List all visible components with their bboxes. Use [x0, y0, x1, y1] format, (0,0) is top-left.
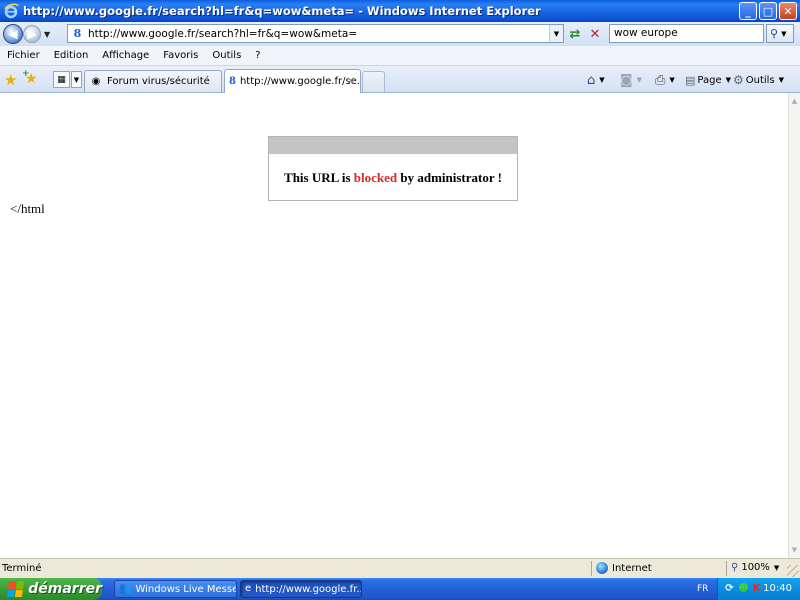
new-tab-button[interactable] — [362, 71, 385, 92]
globe-icon — [596, 562, 608, 574]
resize-grip[interactable] — [787, 565, 799, 577]
quick-tabs-grid-icon: ▦ — [57, 74, 66, 85]
forward-button[interactable]: ▶ — [23, 25, 41, 43]
address-dropdown-icon[interactable]: ▼ — [549, 25, 563, 42]
print-dropdown-icon[interactable]: ▼ — [669, 76, 674, 84]
start-button[interactable]: démarrer — [0, 578, 102, 600]
system-tray: ⟳ ☻ K 10:40 — [717, 578, 800, 600]
stop-icon: ✕ — [589, 26, 601, 42]
tab-list-dropdown[interactable]: ▼ — [71, 71, 82, 88]
menu-outils[interactable]: Outils — [205, 50, 248, 61]
page-dropdown-icon: ▼ — [725, 76, 732, 84]
vertical-scrollbar[interactable]: ▲ ▼ — [788, 93, 800, 558]
window-title-bar[interactable]: http://www.google.fr/search?hl=fr&q=wow&… — [0, 0, 800, 22]
stop-button[interactable]: ✕ — [586, 25, 604, 43]
recent-pages-dropdown[interactable]: ▼ — [44, 30, 50, 39]
taskbar-item-messenger[interactable]: 👥 Windows Live Messen... — [114, 580, 237, 598]
add-to-favorites-icon[interactable]: + ★ — [22, 69, 38, 87]
refresh-icon: ⇄ — [569, 26, 581, 42]
quick-tabs-button[interactable]: ▦ — [53, 71, 70, 88]
zone-label: Internet — [612, 562, 652, 574]
tab-google[interactable]: 8 http://www.google.fr/se... ✕ — [224, 69, 361, 93]
favorites-center-star-icon[interactable]: ★ — [4, 71, 17, 89]
blocked-notice-box: This URL is blocked by administrator ! — [268, 136, 518, 201]
refresh-button[interactable]: ⇄ — [566, 25, 584, 43]
taskbar: démarrer 👥 Windows Live Messen... e http… — [0, 578, 800, 600]
task-label: http://www.google.fr... — [255, 583, 362, 595]
network-icon[interactable]: ⟳ — [723, 582, 736, 595]
windows-flag-icon — [6, 581, 25, 597]
rss-feed-icon: ◙ — [620, 72, 633, 88]
close-window-button[interactable]: ✕ — [779, 2, 797, 20]
printer-icon: ⎙ — [655, 72, 666, 88]
tools-dropdown-icon: ▼ — [778, 76, 785, 84]
page-menu-label: Page — [697, 74, 722, 86]
minimize-button[interactable]: _ — [739, 2, 757, 20]
internet-explorer-icon — [3, 3, 19, 19]
address-bar[interactable]: 8 http://www.google.fr/search?hl=fr&q=wo… — [67, 24, 564, 43]
language-indicator[interactable]: FR — [697, 584, 708, 594]
internet-explorer-icon: e — [245, 583, 252, 594]
stray-html-text: </html — [10, 201, 45, 216]
feeds-dropdown-icon[interactable]: ▼ — [637, 76, 642, 84]
status-bar: Terminé Internet ⚲ 100% ▼ — [0, 558, 800, 578]
home-button[interactable]: ⌂ ▼ — [587, 71, 605, 89]
back-arrow-icon: ◀ — [8, 27, 18, 41]
gear-icon: ⚙ — [733, 73, 744, 87]
home-icon: ⌂ — [587, 72, 596, 88]
clock[interactable]: 10:40 — [763, 583, 792, 594]
scroll-down-icon[interactable]: ▼ — [789, 543, 800, 557]
site-favicon-icon: 8 — [73, 27, 82, 40]
google-favicon-icon: 8 — [229, 75, 236, 87]
scroll-up-icon[interactable]: ▲ — [789, 94, 800, 108]
feeds-button[interactable]: ◙ ▼ — [620, 71, 642, 89]
address-url[interactable]: http://www.google.fr/search?hl=fr&q=wow&… — [88, 28, 357, 40]
page-icon: ▤ — [685, 73, 696, 87]
zoom-control[interactable]: ⚲ 100% ▼ — [731, 562, 779, 573]
zoom-level: 100% — [741, 562, 770, 573]
menu-favoris[interactable]: Favoris — [156, 50, 205, 61]
blocked-word: blocked — [353, 170, 398, 185]
page-menu-button[interactable]: ▤ Page ▼ — [685, 71, 731, 89]
home-dropdown-icon[interactable]: ▼ — [599, 76, 604, 84]
tools-menu-button[interactable]: ⚙ Outils ▼ — [733, 71, 784, 89]
forum-favicon-icon: ◉ — [91, 75, 101, 87]
blocked-message: This URL is blocked by administrator ! — [284, 170, 502, 185]
menu-edition[interactable]: Edition — [47, 50, 96, 61]
status-text: Terminé — [2, 563, 42, 574]
start-label: démarrer — [28, 581, 102, 597]
tab-label: http://www.google.fr/se... — [239, 76, 361, 87]
zoom-magnifier-icon: ⚲ — [731, 562, 739, 573]
address-toolbar: ◀ ▶ ▼ 8 http://www.google.fr/search?hl=f… — [0, 22, 800, 46]
back-button[interactable]: ◀ — [3, 24, 23, 44]
zoom-dropdown-icon: ▼ — [773, 563, 780, 572]
forward-arrow-icon: ▶ — [27, 27, 37, 41]
tab-forum[interactable]: ◉ Forum virus/sécurité — [84, 70, 222, 92]
tab-label: Forum virus/sécurité — [107, 76, 210, 87]
notice-header-bar — [269, 137, 517, 154]
tab-toolbar: ★ + ★ ▦ ▼ ◉ Forum virus/sécurité 8 http:/… — [0, 66, 800, 93]
search-icon: ⚲ — [770, 27, 779, 40]
taskbar-item-browser[interactable]: e http://www.google.fr... — [240, 580, 362, 598]
messenger-status-icon[interactable]: ☻ — [737, 582, 750, 595]
window-title: http://www.google.fr/search?hl=fr&q=wow&… — [23, 4, 541, 18]
tools-menu-label: Outils — [745, 74, 775, 86]
menu-affichage[interactable]: Affichage — [95, 50, 156, 61]
security-zone[interactable]: Internet — [596, 562, 652, 574]
antivirus-k-icon[interactable]: K — [750, 582, 763, 595]
menu-help[interactable]: ? — [248, 50, 267, 61]
close-tab-icon[interactable]: ✕ — [347, 76, 355, 87]
task-label: Windows Live Messen... — [135, 583, 236, 595]
search-options-dropdown-icon[interactable]: ▼ — [781, 30, 786, 38]
menu-bar: Fichier Edition Affichage Favoris Outils… — [0, 46, 800, 66]
menu-fichier[interactable]: Fichier — [0, 50, 47, 61]
page-content: This URL is blocked by administrator ! <… — [0, 93, 788, 558]
messenger-icon: 👥 — [119, 583, 132, 594]
search-button[interactable]: ⚲ ▼ — [766, 24, 794, 43]
maximize-button[interactable]: □ — [759, 2, 777, 20]
search-input[interactable]: wow europe — [609, 24, 764, 43]
print-button[interactable]: ⎙ ▼ — [655, 71, 675, 89]
